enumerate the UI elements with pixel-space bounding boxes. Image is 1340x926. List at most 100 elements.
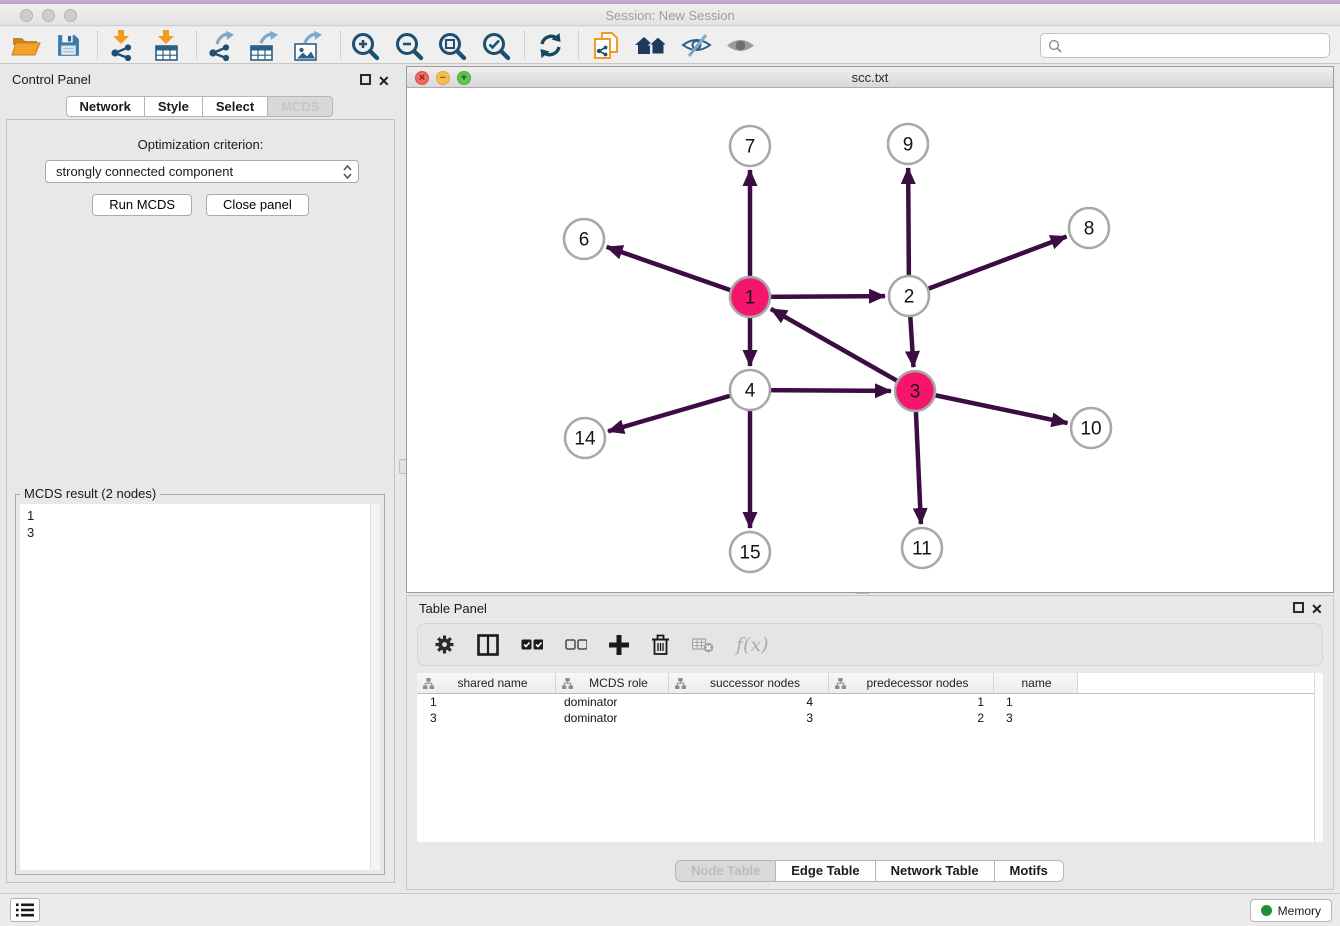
column-header-shared-name[interactable]: shared name xyxy=(417,673,556,693)
import-table-icon xyxy=(153,30,180,61)
column-header-name[interactable]: name xyxy=(994,673,1078,693)
graph-edge-3-10[interactable] xyxy=(915,391,1068,423)
control-panel-close-button[interactable]: ✕ xyxy=(378,73,390,85)
table-row[interactable]: 3dominator323 xyxy=(417,710,1323,726)
import-network-button[interactable] xyxy=(102,29,140,62)
table-cell: 3 xyxy=(669,711,829,725)
save-session-button[interactable] xyxy=(50,29,86,62)
mcds-result-area[interactable]: 1 3 xyxy=(20,504,380,870)
zoom-selected-button[interactable] xyxy=(476,29,516,62)
sort-hierarchy-icon xyxy=(675,678,686,689)
column-header-label: MCDS role xyxy=(573,676,664,690)
table-panel-title: Table Panel xyxy=(419,601,487,616)
control-panel-tabs: NetworkStyleSelectMCDS xyxy=(0,96,400,117)
close-icon: ✕ xyxy=(378,73,390,89)
table-panel-close-button[interactable]: ✕ xyxy=(1311,601,1323,613)
table-panel-float-button[interactable] xyxy=(1293,602,1305,614)
graph-edge-1-6[interactable] xyxy=(607,247,750,297)
optimization-select-value: strongly connected component xyxy=(56,164,343,179)
export-image-button[interactable] xyxy=(288,29,326,62)
sort-hierarchy-icon xyxy=(562,678,573,689)
toolbar-separator xyxy=(97,31,98,60)
open-file-button[interactable] xyxy=(8,29,44,62)
apply-function-button[interactable]: f(x) xyxy=(736,630,769,660)
tab-network-table[interactable]: Network Table xyxy=(875,860,995,882)
network-window-title: scc.txt xyxy=(407,70,1333,85)
search-input[interactable] xyxy=(1067,39,1329,53)
float-icon xyxy=(360,74,371,85)
tab-node-table[interactable]: Node Table xyxy=(675,860,776,882)
export-network-button[interactable] xyxy=(201,29,239,62)
first-neighbors-button[interactable] xyxy=(630,29,672,62)
show-columns-button[interactable] xyxy=(477,630,499,660)
column-header-MCDS-role[interactable]: MCDS role xyxy=(556,673,669,693)
table-settings-button[interactable] xyxy=(434,630,455,660)
delete-row-button[interactable] xyxy=(651,630,670,660)
memory-button[interactable]: Memory xyxy=(1250,899,1332,922)
titlebar-accent-strip xyxy=(0,0,1340,4)
graph-node-label-1: 1 xyxy=(745,288,756,309)
tab-style[interactable]: Style xyxy=(144,96,203,117)
search-box[interactable] xyxy=(1040,33,1330,58)
hide-selected-button[interactable] xyxy=(676,29,716,62)
save-icon xyxy=(56,33,81,58)
graph-edge-4-14[interactable] xyxy=(608,390,750,431)
zoom-fit-button[interactable] xyxy=(432,29,472,62)
tab-select[interactable]: Select xyxy=(202,96,268,117)
table-row[interactable]: 1dominator411 xyxy=(417,694,1323,710)
select-all-columns-button[interactable] xyxy=(521,630,543,660)
delete-table-button[interactable] xyxy=(692,630,714,660)
column-header-label: successor nodes xyxy=(686,676,824,690)
clone-network-icon xyxy=(593,31,620,60)
zoom-out-icon xyxy=(394,31,424,61)
export-table-button[interactable] xyxy=(244,29,282,62)
memory-label: Memory xyxy=(1278,904,1321,918)
graph-node-label-4: 4 xyxy=(745,381,756,402)
network-view-window: × − + scc.txt 7968124314101511 xyxy=(406,66,1334,593)
show-all-button[interactable] xyxy=(720,29,760,62)
control-panel-float-button[interactable] xyxy=(360,74,372,86)
graph-edge-3-1[interactable] xyxy=(771,309,915,391)
export-table-icon xyxy=(249,31,278,61)
tab-network[interactable]: Network xyxy=(66,96,145,117)
graph-edge-2-8[interactable] xyxy=(909,236,1067,296)
column-header-predecessor-nodes[interactable]: predecessor nodes xyxy=(829,673,994,693)
optimization-criterion-label: Optimization criterion: xyxy=(7,137,394,152)
optimization-select[interactable]: strongly connected component xyxy=(45,160,359,183)
import-table-button[interactable] xyxy=(147,29,185,62)
refresh-button[interactable] xyxy=(530,29,570,62)
network-window-titlebar[interactable]: × − + scc.txt xyxy=(407,67,1333,88)
tab-motifs[interactable]: Motifs xyxy=(994,860,1064,882)
table-panel: Table Panel ✕ xyxy=(406,595,1334,890)
eye-hidden-icon xyxy=(681,34,712,57)
tab-edge-table[interactable]: Edge Table xyxy=(775,860,875,882)
close-panel-button[interactable]: Close panel xyxy=(206,194,309,216)
table-panel-tabs: Node TableEdge TableNetwork TableMotifs xyxy=(407,860,1333,882)
import-network-icon xyxy=(108,30,135,61)
zoom-in-button[interactable] xyxy=(345,29,385,62)
run-mcds-button[interactable]: Run MCDS xyxy=(92,194,192,216)
tab-mcds[interactable]: MCDS xyxy=(267,96,333,117)
zoom-out-button[interactable] xyxy=(389,29,429,62)
export-network-icon xyxy=(206,31,234,61)
clone-network-button[interactable] xyxy=(586,29,626,62)
close-icon: ✕ xyxy=(1311,601,1323,617)
result-scrollbar[interactable] xyxy=(370,504,380,870)
select-all-icon xyxy=(521,639,543,650)
columns-icon xyxy=(477,634,499,656)
add-row-button[interactable] xyxy=(609,630,629,660)
table-scrollbar[interactable] xyxy=(1314,673,1323,842)
column-header-successor-nodes[interactable]: successor nodes xyxy=(669,673,829,693)
control-panel-title: Control Panel xyxy=(12,72,91,87)
graph-node-label-15: 15 xyxy=(739,543,760,564)
window-title: Session: New Session xyxy=(0,8,1340,23)
table-cell: 1 xyxy=(829,695,994,709)
column-header-label: shared name xyxy=(434,676,551,690)
eye-icon xyxy=(726,36,755,55)
deselect-all-columns-button[interactable] xyxy=(565,630,587,660)
table-cell: 4 xyxy=(669,695,829,709)
app-titlebar: Session: New Session xyxy=(0,0,1340,26)
refresh-icon xyxy=(537,32,564,59)
task-history-button[interactable] xyxy=(10,898,40,922)
network-canvas[interactable]: 7968124314101511 xyxy=(407,88,1333,592)
